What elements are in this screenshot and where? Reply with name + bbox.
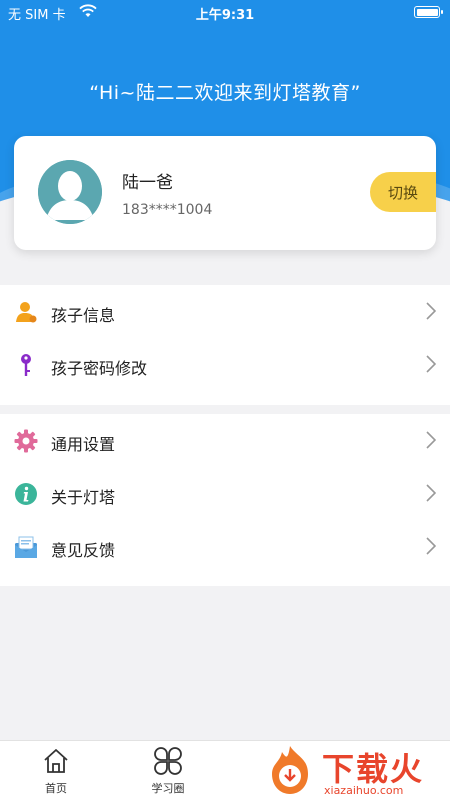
menu-item-label: 通用设置: [51, 435, 116, 454]
feedback-icon: [15, 536, 37, 558]
menu-section-general: 通用设置 关于灯塔 意见反馈: [0, 414, 450, 586]
home-icon: [44, 749, 68, 773]
flame-logo-icon: [272, 746, 308, 794]
profile-name: 陆一爸: [122, 173, 173, 193]
tab-home[interactable]: 首页: [26, 747, 86, 799]
gear-icon: [14, 429, 38, 453]
tab-study-label: 学习圈: [151, 782, 185, 795]
menu-item-label: 孩子信息: [51, 306, 116, 325]
menu-item-label: 孩子密码修改: [51, 359, 148, 378]
menu-item-feedback[interactable]: 意见反馈: [0, 520, 450, 573]
menu-item-label: 关于灯塔: [51, 488, 116, 507]
switch-account-button[interactable]: 切换: [370, 172, 436, 212]
profile-card: 陆一爸 183****1004 切换: [14, 136, 436, 250]
menu-item-about[interactable]: 关于灯塔: [0, 467, 450, 520]
chevron-right-icon: [426, 537, 436, 555]
chevron-right-icon: [426, 484, 436, 502]
key-icon: [21, 354, 31, 376]
tab-home-label: 首页: [45, 782, 67, 795]
watermark-logo: 下载火 xiazaihuo.com: [262, 742, 450, 800]
menu-item-label: 意见反馈: [51, 541, 116, 560]
watermark-url: xiazaihuo.com: [324, 784, 404, 797]
menu-section-child: 孩子信息 孩子密码修改: [0, 285, 450, 405]
status-bar: 无 SIM 卡 上午9:31: [0, 0, 450, 24]
menu-item-child-info[interactable]: 孩子信息: [0, 285, 450, 338]
chevron-right-icon: [426, 355, 436, 373]
chevron-right-icon: [426, 431, 436, 449]
battery-icon: [414, 6, 443, 18]
user-icon: [16, 302, 37, 323]
tab-study-circle[interactable]: 学习圈: [138, 747, 198, 799]
profile-phone: 183****1004: [122, 202, 213, 218]
clock: 上午9:31: [195, 8, 255, 23]
menu-item-child-password[interactable]: 孩子密码修改: [0, 338, 450, 391]
avatar[interactable]: [38, 160, 102, 224]
info-icon: [15, 483, 37, 505]
welcome-message: “Hi~陆二二欢迎来到灯塔教育”: [89, 82, 361, 104]
chevron-right-icon: [426, 302, 436, 320]
menu-item-general-settings[interactable]: 通用设置: [0, 414, 450, 467]
default-avatar-icon: [38, 160, 102, 224]
clover-grid-icon: [154, 747, 182, 775]
